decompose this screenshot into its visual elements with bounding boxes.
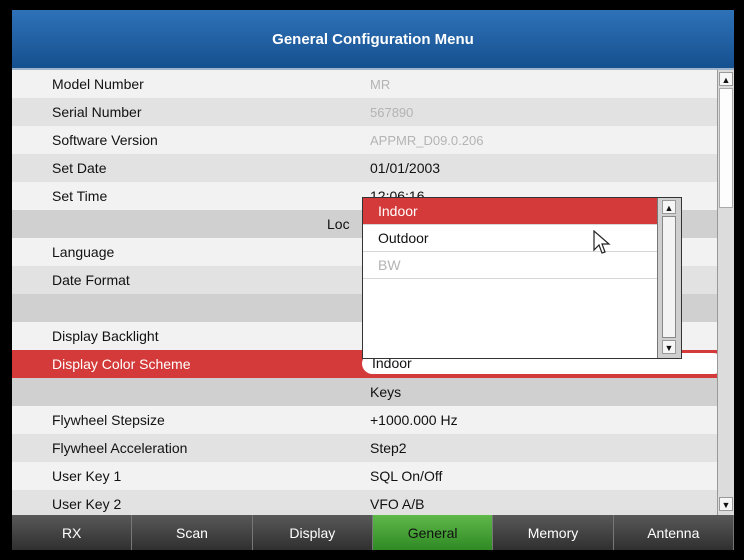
tab-display[interactable]: Display — [252, 515, 373, 550]
row-label: Set Time — [52, 188, 108, 204]
row-label: Model Number — [52, 76, 144, 92]
color-scheme-dropdown[interactable]: Indoor Outdoor BW ▲ ▼ — [362, 197, 682, 359]
dropdown-scroll-down-icon[interactable]: ▼ — [662, 340, 676, 354]
row-value: MR — [370, 76, 391, 92]
device-frame: General Configuration Menu Model Number … — [0, 0, 744, 560]
row-user-key-2[interactable]: User Key 2 VFO A/B — [12, 490, 717, 515]
row-user-key-1[interactable]: User Key 1 SQL On/Off — [12, 462, 717, 491]
dropdown-scrollbar[interactable]: ▲ ▼ — [657, 198, 681, 358]
tab-rx[interactable]: RX — [12, 515, 133, 550]
row-software-version[interactable]: Software Version APPMR_D09.0.206 — [12, 126, 717, 155]
row-flywheel-acceleration[interactable]: Flywheel Acceleration Step2 — [12, 434, 717, 463]
menu-title-bar: General Configuration Menu — [12, 10, 734, 70]
row-label: User Key 2 — [52, 496, 122, 512]
row-flywheel-stepsize[interactable]: Flywheel Stepsize +1000.000 Hz — [12, 406, 717, 435]
row-value: Step2 — [370, 440, 407, 456]
tab-antenna[interactable]: Antenna — [613, 515, 734, 550]
row-label: Date Format — [52, 272, 130, 288]
scroll-up-arrow-icon[interactable]: ▲ — [719, 72, 733, 86]
row-value: VFO A/B — [370, 496, 425, 512]
main-scrollbar[interactable]: ▲ ▼ — [717, 70, 734, 515]
option-indoor[interactable]: Indoor — [363, 198, 657, 225]
option-outdoor[interactable]: Outdoor — [363, 225, 657, 252]
dropdown-scroll-up-icon[interactable]: ▲ — [662, 200, 676, 214]
option-bw: BW — [363, 252, 657, 279]
row-label: Flywheel Acceleration — [52, 440, 188, 456]
row-label: Display Color Scheme — [52, 356, 191, 372]
row-value: APPMR_D09.0.206 — [370, 132, 484, 148]
bottom-tab-bar: RX Scan Display General Memory Antenna — [12, 515, 734, 550]
row-label: Language — [52, 244, 115, 260]
row-value: +1000.000 Hz — [370, 412, 458, 428]
scroll-down-arrow-icon[interactable]: ▼ — [719, 497, 733, 511]
row-set-date[interactable]: Set Date 01/01/2003 — [12, 154, 717, 183]
row-value: SQL On/Off — [370, 468, 443, 484]
section-label: Keys — [370, 384, 402, 400]
mouse-pointer-icon — [593, 230, 611, 254]
row-model-number[interactable]: Model Number MR — [12, 70, 717, 99]
row-label: Software Version — [52, 132, 158, 148]
tab-memory[interactable]: Memory — [493, 515, 614, 550]
row-label: User Key 1 — [52, 468, 122, 484]
section-header-keys: Keys — [12, 378, 717, 407]
tab-scan[interactable]: Scan — [132, 515, 253, 550]
row-label: Flywheel Stepsize — [52, 412, 165, 428]
screen: General Configuration Menu Model Number … — [12, 10, 734, 515]
row-value: 567890 — [370, 104, 414, 120]
row-label: Display Backlight — [52, 328, 159, 344]
row-value: 01/01/2003 — [370, 160, 441, 176]
tab-general[interactable]: General — [372, 515, 494, 550]
row-label: Serial Number — [52, 104, 142, 120]
menu-title: General Configuration Menu — [272, 30, 474, 48]
scrollbar-thumb[interactable] — [719, 88, 733, 208]
row-serial-number[interactable]: Serial Number 567890 — [12, 98, 717, 127]
section-label: Loc — [327, 216, 350, 232]
row-label: Set Date — [52, 160, 107, 176]
dropdown-scrollbar-thumb[interactable] — [662, 216, 676, 338]
